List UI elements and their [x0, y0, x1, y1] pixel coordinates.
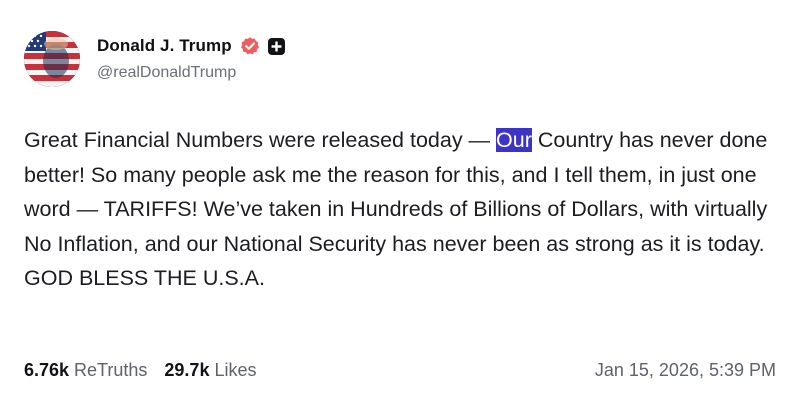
likes-label: Likes	[214, 360, 257, 380]
verified-badge-icon	[240, 36, 260, 56]
post-text-before: Great Financial Numbers were released to…	[24, 128, 497, 152]
likes-stat[interactable]: 29.7k Likes	[164, 360, 256, 381]
retruths-count: 6.76k	[24, 360, 70, 380]
post-timestamp[interactable]: Jan 15, 2026, 5:39 PM	[595, 360, 776, 381]
post-text-selection: Our	[496, 128, 532, 152]
likes-count: 29.7k	[164, 360, 210, 380]
author-handle[interactable]: @realDonaldTrump	[97, 64, 236, 82]
avatar[interactable]	[24, 31, 80, 87]
truth-social-plus-icon	[267, 37, 285, 55]
author-display-name[interactable]: Donald J. Trump	[97, 36, 232, 56]
retruths-label: ReTruths	[74, 360, 148, 380]
retruths-stat[interactable]: 6.76k ReTruths	[24, 360, 147, 381]
truth-post: Donald J. Trump @realDonaldTrump Great F…	[0, 0, 800, 402]
avatar-image	[24, 31, 80, 87]
author-name-row: Donald J. Trump	[97, 34, 285, 58]
post-footer: 6.76k ReTruths 29.7k Likes Jan 15, 2026,…	[24, 360, 776, 381]
post-text-after: Country has never done better! So many p…	[24, 128, 768, 290]
post-body: Great Financial Numbers were released to…	[24, 123, 784, 296]
